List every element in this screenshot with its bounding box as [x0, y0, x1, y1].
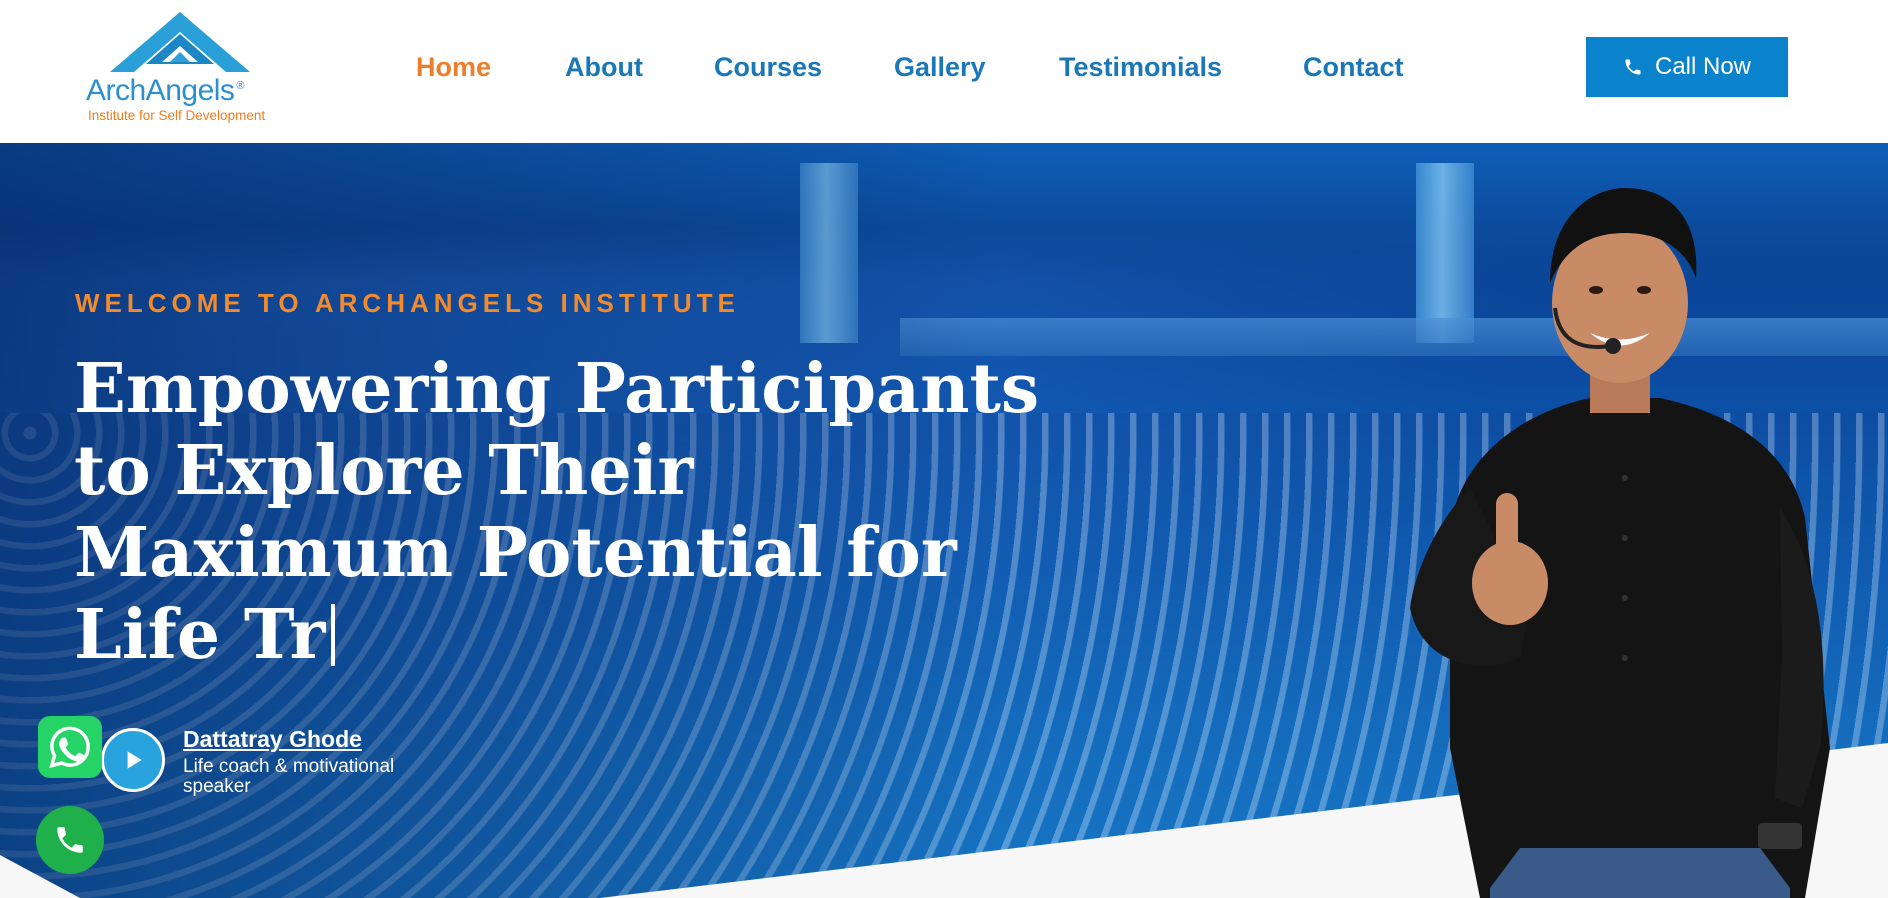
nav-item-courses[interactable]: Courses [714, 52, 822, 83]
nav-item-about[interactable]: About [565, 52, 643, 83]
phone-icon [1625, 59, 1641, 75]
headline-typing-text: Life Tr [74, 595, 326, 675]
whatsapp-icon [49, 726, 90, 769]
phone-icon [57, 827, 83, 853]
hero-headline: Empowering Participants to Explore Their… [74, 348, 1040, 676]
call-now-button[interactable]: Call Now [1586, 37, 1788, 97]
speaker-name-link[interactable]: Dattatray Ghode [183, 726, 362, 753]
whatsapp-float-button[interactable] [38, 716, 102, 778]
headline-line: to Explore Their [74, 431, 694, 511]
call-now-label: Call Now [1654, 53, 1752, 80]
logo-roof-icon [110, 12, 250, 72]
speaker-photo [1410, 188, 1830, 898]
hero-section: WELCOME TO ARCHANGELS INSTITUTE Empoweri… [0, 143, 1888, 898]
play-icon [127, 751, 142, 769]
phone-float-button[interactable] [36, 806, 104, 874]
nav-item-gallery[interactable]: Gallery [894, 52, 986, 83]
site-logo[interactable]: ArchAngels ® Institute for Self Developme… [84, 10, 284, 128]
nav-item-contact[interactable]: Contact [1303, 52, 1404, 83]
hero-eyebrow: WELCOME TO ARCHANGELS INSTITUTE [75, 288, 740, 318]
nav-item-home[interactable]: Home [416, 52, 491, 83]
site-header: ArchAngels ® Institute for Self Developme… [0, 0, 1888, 143]
speaker-video-play-button[interactable] [101, 728, 165, 792]
nav-item-testimonials[interactable]: Testimonials [1059, 52, 1222, 83]
logo-tagline: Institute for Self Development [88, 108, 266, 123]
logo-registered-mark: ® [236, 80, 245, 92]
logo-wordmark: ArchAngels ® [86, 74, 245, 108]
speaker-role: Life coach & motivational speaker [183, 756, 395, 797]
headline-line: Maximum Potential for [74, 513, 957, 593]
headline-line: Empowering Participants [74, 349, 1040, 429]
logo-name-text: ArchAngels [86, 74, 235, 107]
headline-line-typing: Life Tr [74, 594, 974, 676]
typing-caret [331, 604, 336, 666]
